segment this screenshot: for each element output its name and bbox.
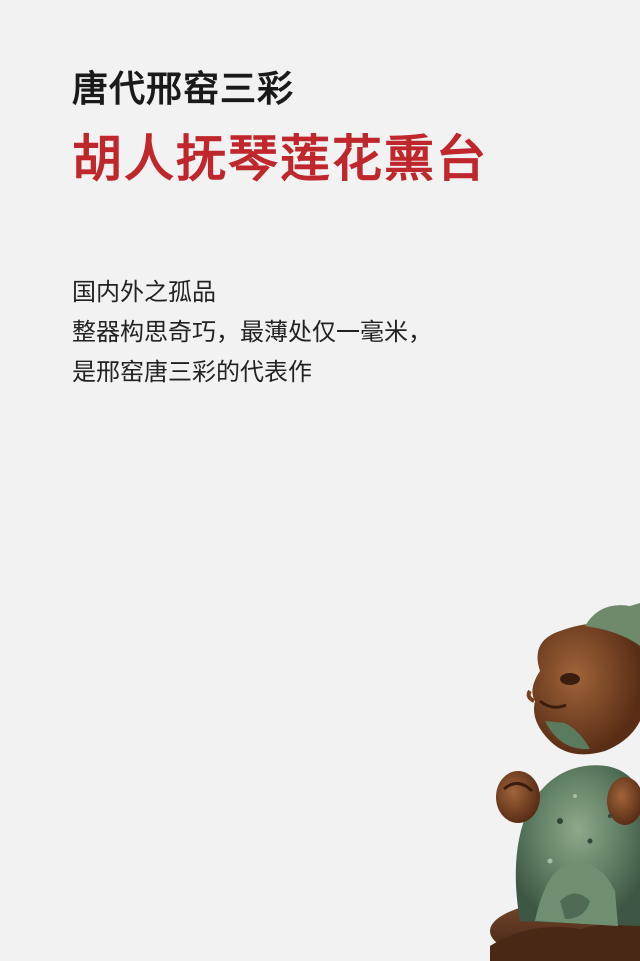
description: 国内外之孤品 整器构思奇巧，最薄处仅一毫米， 是邢窑唐三彩的代表作 (72, 272, 432, 392)
sancai-figurine-image (490, 603, 640, 961)
page-title: 唐代邢窑三彩 (72, 69, 295, 110)
description-line: 国内外之孤品 (72, 278, 216, 306)
description-line: 是邢窑唐三彩的代表作 (72, 358, 312, 386)
description-line: 整器构思奇巧，最薄处仅一毫米， (72, 318, 432, 346)
artifact-name: 胡人抚琴莲花熏台 (72, 130, 488, 188)
